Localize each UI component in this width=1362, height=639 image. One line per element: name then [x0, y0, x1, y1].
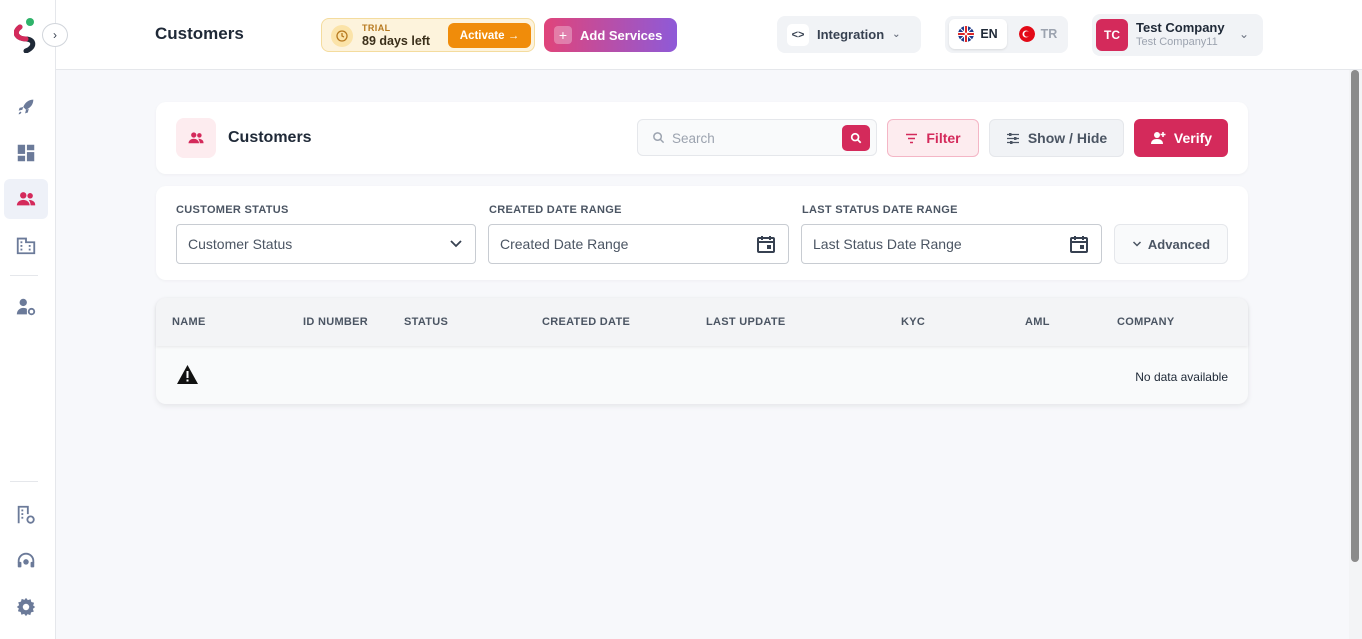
- chevron-down-icon: [1132, 241, 1141, 247]
- verify-button[interactable]: Verify: [1134, 119, 1228, 157]
- customers-icon: [16, 192, 36, 206]
- chevron-right-icon: ›: [53, 28, 57, 42]
- created-date-range-value: Created Date Range: [500, 236, 629, 252]
- column-header-aml[interactable]: AML: [1025, 316, 1050, 328]
- show-hide-label: Show / Hide: [1027, 130, 1108, 146]
- last-status-date-range-value: Last Status Date Range: [813, 236, 962, 252]
- created-date-range-input[interactable]: Created Date Range: [488, 224, 789, 264]
- sidebar-item-support[interactable]: [4, 541, 48, 581]
- scrollbar-thumb[interactable]: [1351, 70, 1359, 562]
- empty-state-text: No data available: [1135, 370, 1228, 384]
- filter-label: Filter: [926, 130, 961, 146]
- language-en-label: EN: [980, 27, 998, 41]
- customer-status-value: Customer Status: [188, 236, 293, 252]
- sidebar-item-user-management[interactable]: [4, 287, 48, 327]
- sidebar-expand-button[interactable]: ›: [42, 23, 68, 47]
- plus-icon: +: [554, 26, 572, 44]
- gear-icon: [16, 597, 36, 617]
- add-services-button[interactable]: + Add Services: [544, 18, 677, 52]
- support-agent-icon: [17, 552, 35, 568]
- language-tr-button[interactable]: TR: [1011, 19, 1065, 49]
- filters-card: CUSTOMER STATUS Customer Status CREATED …: [156, 186, 1248, 280]
- warning-icon: [177, 365, 198, 384]
- column-header-last-update[interactable]: LAST UPDATE: [706, 316, 785, 328]
- sidebar-item-customers[interactable]: [4, 179, 48, 219]
- user-subtitle: Test Company11: [1136, 36, 1218, 48]
- search-button[interactable]: [842, 125, 870, 151]
- customer-status-select[interactable]: Customer Status: [176, 224, 476, 264]
- card-title: Customers: [228, 129, 312, 146]
- created-date-range-label: CREATED DATE RANGE: [489, 204, 622, 216]
- customers-table: NAME ID NUMBER STATUS CREATED DATE LAST …: [156, 298, 1248, 404]
- advanced-label: Advanced: [1147, 236, 1211, 252]
- avatar: TC: [1096, 19, 1128, 51]
- filter-icon: [906, 133, 918, 143]
- chevron-down-icon: ⌄: [892, 29, 901, 40]
- column-header-company[interactable]: COMPANY: [1117, 316, 1175, 328]
- advanced-filter-button[interactable]: Advanced: [1114, 224, 1228, 264]
- last-status-date-range-label: LAST STATUS DATE RANGE: [802, 204, 958, 216]
- column-header-status[interactable]: STATUS: [404, 316, 448, 328]
- dashboard-icon: [17, 144, 35, 162]
- building-icon: [16, 237, 36, 255]
- building-settings-icon: [17, 505, 35, 524]
- app-logo[interactable]: [13, 17, 38, 54]
- integration-label: Integration: [817, 27, 885, 42]
- top-bar: Customers TRIAL 89 days left Activate → …: [56, 0, 1362, 70]
- show-hide-button[interactable]: Show / Hide: [989, 119, 1124, 157]
- search-input[interactable]: [672, 128, 832, 148]
- calendar-icon[interactable]: [756, 234, 776, 254]
- column-header-created-date[interactable]: CREATED DATE: [542, 316, 630, 328]
- search-icon: [850, 132, 862, 144]
- sidebar-item-companies[interactable]: [4, 225, 48, 265]
- trial-banner: TRIAL 89 days left Activate →: [321, 18, 535, 52]
- search-box: [637, 119, 877, 156]
- language-tr-label: TR: [1040, 27, 1058, 41]
- language-en-button[interactable]: EN: [949, 19, 1007, 49]
- add-user-icon: [1150, 132, 1166, 144]
- sidebar-item-dashboard[interactable]: [4, 133, 48, 173]
- page-title: Customers: [155, 24, 244, 43]
- column-header-id-number[interactable]: ID NUMBER: [303, 316, 368, 328]
- integration-dropdown[interactable]: <> Integration ⌄: [777, 16, 921, 53]
- rocket-icon: [18, 99, 34, 115]
- sliders-icon: [1006, 132, 1019, 144]
- verify-label: Verify: [1173, 130, 1213, 146]
- sidebar: [0, 0, 56, 639]
- customers-icon: [176, 118, 216, 158]
- trial-label: TRIAL: [362, 23, 391, 33]
- customer-status-label: CUSTOMER STATUS: [176, 204, 289, 216]
- user-menu[interactable]: TC Test Company Test Company11 ⌄: [1092, 14, 1263, 56]
- filter-button[interactable]: Filter: [887, 119, 979, 157]
- sidebar-divider: [10, 275, 38, 276]
- uk-flag-icon: [958, 26, 975, 42]
- column-header-name[interactable]: NAME: [172, 316, 206, 328]
- table-header: NAME ID NUMBER STATUS CREATED DATE LAST …: [156, 298, 1248, 346]
- last-status-date-range-input[interactable]: Last Status Date Range: [801, 224, 1102, 264]
- sidebar-divider: [10, 481, 38, 482]
- sidebar-item-getting-started[interactable]: [4, 87, 48, 127]
- tr-flag-icon: [1018, 26, 1035, 42]
- clock-icon: [331, 25, 353, 47]
- user-settings-icon: [16, 298, 36, 316]
- add-services-label: Add Services: [580, 27, 663, 43]
- activate-button[interactable]: Activate →: [448, 23, 531, 48]
- user-name: Test Company: [1136, 20, 1225, 35]
- chevron-down-icon: [450, 240, 462, 248]
- sidebar-item-company-settings[interactable]: [4, 495, 48, 535]
- sidebar-item-settings[interactable]: [4, 587, 48, 627]
- customers-header-card: Customers Filter Show / Hide Verify: [156, 102, 1248, 174]
- chevron-down-icon: ⌄: [1239, 27, 1250, 41]
- language-switcher: EN TR: [945, 16, 1068, 53]
- code-icon: <>: [787, 23, 809, 46]
- column-header-kyc[interactable]: KYC: [901, 316, 925, 328]
- trial-days-left: 89 days left: [362, 34, 431, 48]
- page-scrollbar[interactable]: [1349, 70, 1362, 639]
- search-icon: [653, 132, 665, 144]
- calendar-icon[interactable]: [1069, 234, 1089, 254]
